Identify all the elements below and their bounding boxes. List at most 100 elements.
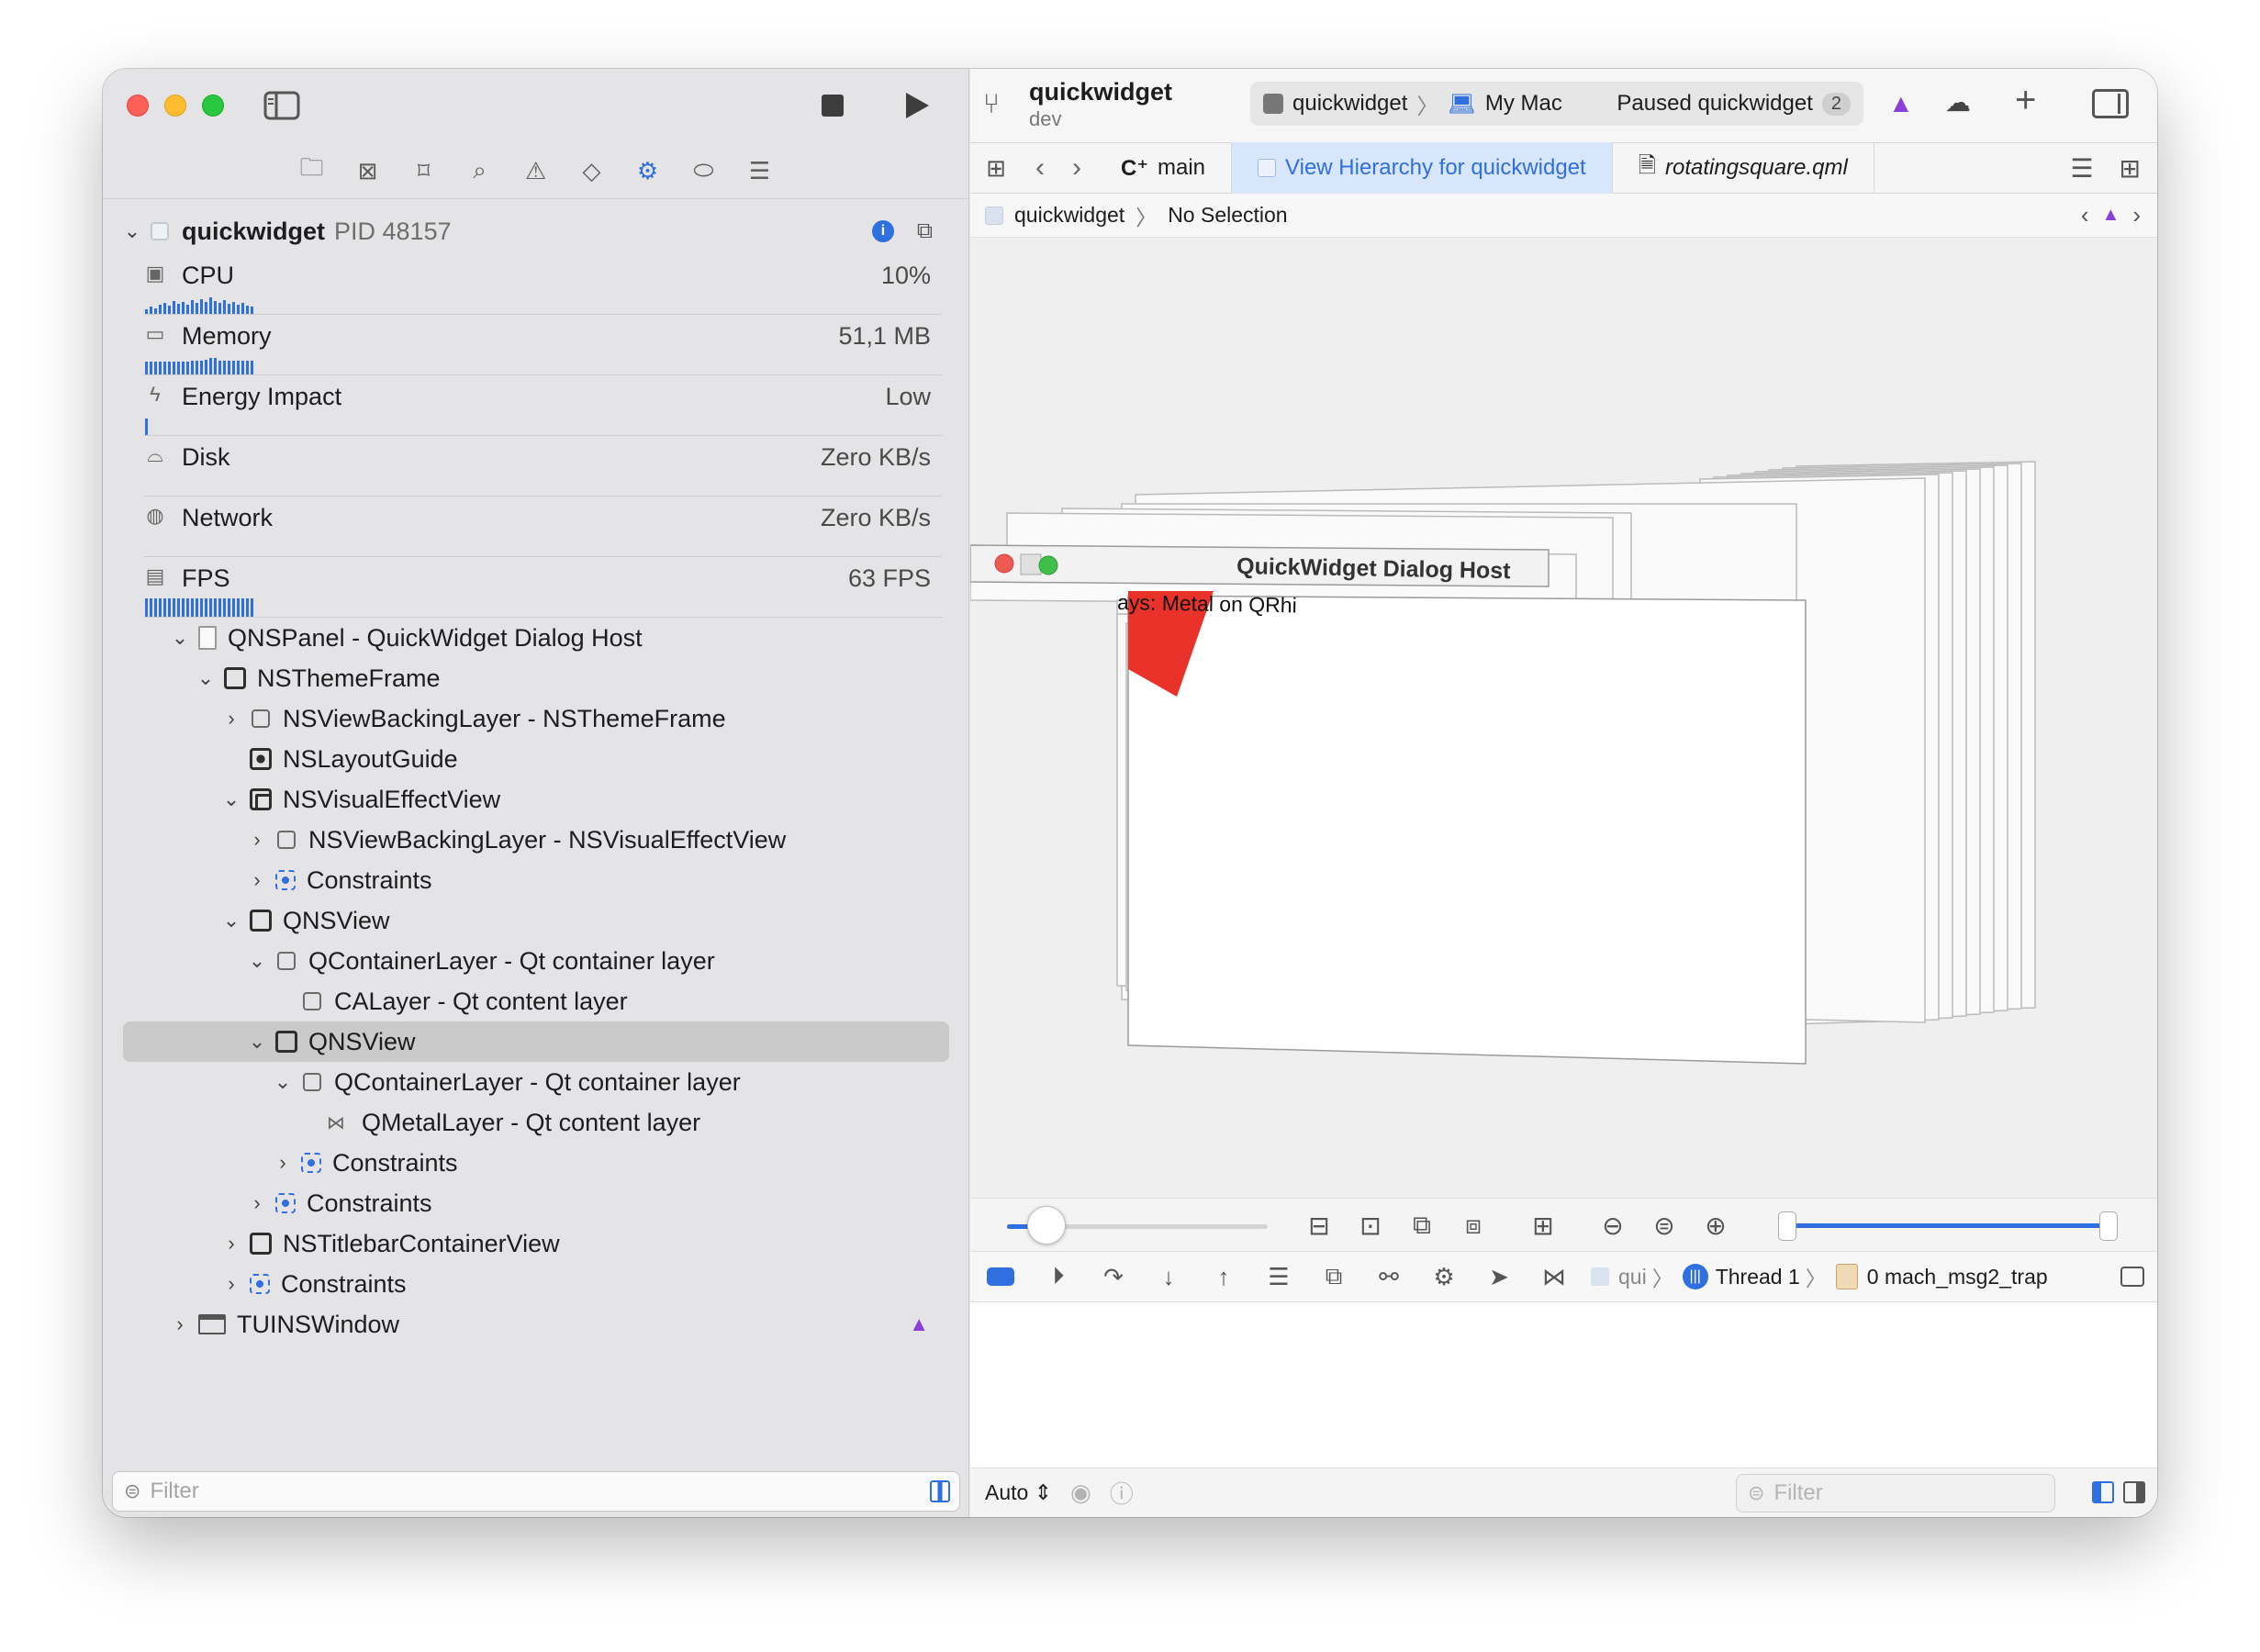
zoom-button[interactable] bbox=[202, 95, 224, 117]
chevron-right-icon[interactable]: › bbox=[171, 1312, 189, 1336]
range-max-handle[interactable] bbox=[2099, 1211, 2118, 1241]
continue-icon[interactable]: ⏵ bbox=[1031, 1262, 1086, 1291]
cube-icon[interactable]: ⧉ bbox=[917, 218, 933, 244]
test-icon[interactable]: ◇ bbox=[564, 142, 620, 199]
tree-node[interactable]: › NSTitlebarContainerView bbox=[123, 1223, 949, 1264]
chevron-down-icon[interactable]: ⌄ bbox=[222, 909, 241, 932]
tree-node[interactable]: ⌄ QContainerLayer - Qt container layer bbox=[123, 1062, 949, 1102]
stop-button[interactable] bbox=[822, 95, 844, 117]
chevron-right-icon[interactable]: › bbox=[248, 868, 266, 892]
tree-node[interactable]: ⌄ QNSPanel - QuickWidget Dialog Host bbox=[123, 618, 949, 658]
chevron-right-icon[interactable]: › bbox=[274, 1151, 292, 1175]
chevron-right-icon[interactable]: › bbox=[222, 1232, 241, 1256]
zoom-actual-icon[interactable]: ⊜ bbox=[1646, 1208, 1683, 1243]
tab-main[interactable]: C⁺ main bbox=[1095, 142, 1233, 194]
chevron-down-icon[interactable]: ⌄ bbox=[248, 1030, 266, 1054]
tree-node[interactable]: CALayer - Qt content layer bbox=[123, 981, 949, 1021]
chevron-right-icon[interactable]: › bbox=[222, 1272, 241, 1296]
tree-node[interactable]: ⌄ NSThemeFrame bbox=[123, 658, 949, 698]
close-button[interactable] bbox=[127, 95, 149, 117]
gauge-disk[interactable]: ⌓ Disk Zero KB/s bbox=[143, 436, 942, 497]
gauge-energy[interactable]: ϟ Energy Impact Low bbox=[143, 375, 942, 436]
chevron-right-icon[interactable]: › bbox=[248, 1191, 266, 1215]
tree-node[interactable]: ⌄ QContainerLayer - Qt container layer bbox=[123, 941, 949, 981]
view-debugger-icon[interactable]: ☰ bbox=[1251, 1263, 1306, 1291]
destination-name[interactable]: My Mac bbox=[1485, 91, 1562, 117]
zoom-out-icon[interactable]: ⊖ bbox=[1594, 1208, 1631, 1243]
gauge-network[interactable]: ◍ Network Zero KB/s bbox=[143, 497, 942, 557]
right-panel-icon[interactable] bbox=[2123, 1481, 2145, 1503]
tree-node[interactable]: › Constraints bbox=[123, 1143, 949, 1183]
sidebar-toggle-icon[interactable] bbox=[263, 91, 300, 120]
scheme-name[interactable]: quickwidget bbox=[1292, 91, 1407, 117]
tab-qml[interactable]: 🗎︎ rotatingsquare.qml bbox=[1613, 142, 1874, 194]
tab-view-hierarchy[interactable]: View Hierarchy for quickwidget bbox=[1232, 142, 1613, 194]
spacing-slider[interactable] bbox=[1007, 1206, 1268, 1245]
tree-node[interactable]: ⌄ NSVisualEffectView bbox=[123, 779, 949, 820]
warning-icon[interactable]: ⚠ bbox=[508, 142, 564, 199]
output-mode-select[interactable]: Auto ⇕ bbox=[985, 1480, 1052, 1505]
jump-item[interactable]: quickwidget bbox=[1014, 203, 1124, 228]
tree-node[interactable]: ⌄ QNSView bbox=[123, 900, 949, 941]
filter-option-icon[interactable] bbox=[930, 1480, 950, 1502]
report-icon[interactable]: ☰ bbox=[732, 142, 788, 199]
inspector-toggle-icon[interactable] bbox=[2092, 89, 2129, 118]
clipping-icon[interactable]: ⊟ bbox=[1301, 1208, 1337, 1243]
layout-icon[interactable]: ⊞ bbox=[1525, 1208, 1561, 1243]
eye-icon[interactable]: ◉ bbox=[1070, 1479, 1091, 1507]
source-control-icon[interactable]: ⊠ bbox=[340, 142, 396, 199]
zoom-in-icon[interactable]: ⊕ bbox=[1697, 1208, 1734, 1243]
previous-issue-icon[interactable]: ‹ bbox=[2081, 201, 2089, 229]
tree-node[interactable]: ⋈ QMetalLayer - Qt content layer bbox=[123, 1102, 949, 1143]
metal-icon[interactable]: ⋈ bbox=[1527, 1263, 1582, 1291]
environment-icon[interactable]: ⚙ bbox=[1416, 1263, 1471, 1291]
branch-name[interactable]: dev bbox=[1029, 107, 1061, 131]
left-panel-icon[interactable] bbox=[2092, 1481, 2114, 1503]
process-short[interactable]: qui bbox=[1618, 1265, 1647, 1289]
runtime-warning-icon[interactable]: ▲ bbox=[2102, 205, 2120, 226]
tree-node[interactable]: › TUINSWindow ▲ bbox=[123, 1304, 949, 1345]
info-icon[interactable]: ⓘ bbox=[1110, 1476, 1134, 1510]
run-button[interactable] bbox=[903, 91, 931, 125]
status-badge[interactable]: 2 bbox=[1821, 92, 1851, 116]
thread-name[interactable]: Thread 1 bbox=[1716, 1265, 1800, 1289]
grid-icon[interactable]: ⊞ bbox=[970, 154, 1022, 183]
spacing-slider-knob[interactable] bbox=[1026, 1206, 1066, 1245]
chevron-down-icon[interactable]: ⌄ bbox=[248, 949, 266, 973]
bookmark-icon[interactable]: ⌑ bbox=[396, 142, 452, 199]
gauge-memory[interactable]: ▭ Memory 51,1 MB bbox=[143, 315, 942, 375]
tree-node[interactable]: NSLayoutGuide bbox=[123, 739, 949, 779]
tree-node-selected[interactable]: ⌄ QNSView bbox=[123, 1021, 949, 1062]
chevron-down-icon[interactable]: ⌄ bbox=[123, 219, 141, 243]
search-icon[interactable]: ⌕ bbox=[452, 142, 508, 199]
add-icon[interactable]: + bbox=[2015, 80, 2036, 121]
back-icon[interactable]: ‹ bbox=[1035, 152, 1045, 184]
console-toggle-icon[interactable] bbox=[2120, 1267, 2144, 1287]
next-issue-icon[interactable]: › bbox=[2132, 201, 2141, 229]
gauge-cpu[interactable]: ▣ CPU 10% bbox=[143, 254, 942, 315]
lines-icon[interactable]: ☰ bbox=[2070, 153, 2093, 184]
runtime-warning-icon[interactable]: ▲ bbox=[909, 1312, 929, 1336]
runtime-warning-icon[interactable]: ▲ bbox=[1888, 89, 1914, 118]
gauge-fps[interactable]: ▤ FPS 63 FPS bbox=[143, 557, 942, 618]
folder-icon[interactable]: 🗀 bbox=[284, 142, 340, 199]
front-window-layer[interactable] bbox=[1127, 595, 1807, 1065]
tree-node[interactable]: › NSViewBackingLayer - NSThemeFrame bbox=[123, 698, 949, 739]
project-name[interactable]: quickwidget bbox=[1029, 78, 1172, 106]
memory-graph-icon[interactable]: ⧉ bbox=[1306, 1262, 1361, 1291]
left-filter-field[interactable]: ⊜ Filter bbox=[112, 1471, 960, 1512]
tree-node[interactable]: › Constraints bbox=[123, 1264, 949, 1304]
jump-selection[interactable]: No Selection bbox=[1168, 203, 1287, 228]
cloud-icon[interactable]: ☁ bbox=[1945, 87, 1971, 117]
exploded-layers[interactable]: QuickWidget Dialog Host ays: Metal on QR… bbox=[970, 238, 2157, 1198]
view-hierarchy-canvas[interactable]: QuickWidget Dialog Host ays: Metal on QR… bbox=[970, 238, 2157, 1198]
tree-node[interactable]: › Constraints bbox=[123, 860, 949, 900]
chevron-down-icon[interactable]: ⌄ bbox=[274, 1070, 292, 1094]
depth-range-slider[interactable] bbox=[1778, 1211, 2118, 1241]
breakpoints-toggle[interactable] bbox=[987, 1267, 1014, 1286]
range-min-handle[interactable] bbox=[1778, 1211, 1796, 1241]
process-row[interactable]: ⌄ quickwidget PID 48157 i ⧉ bbox=[123, 208, 949, 254]
frames-icon[interactable]: ⧈ bbox=[1455, 1208, 1492, 1243]
step-into-icon[interactable]: ↓ bbox=[1141, 1263, 1196, 1291]
breakpoint-icon[interactable]: ⬭ bbox=[676, 142, 732, 199]
